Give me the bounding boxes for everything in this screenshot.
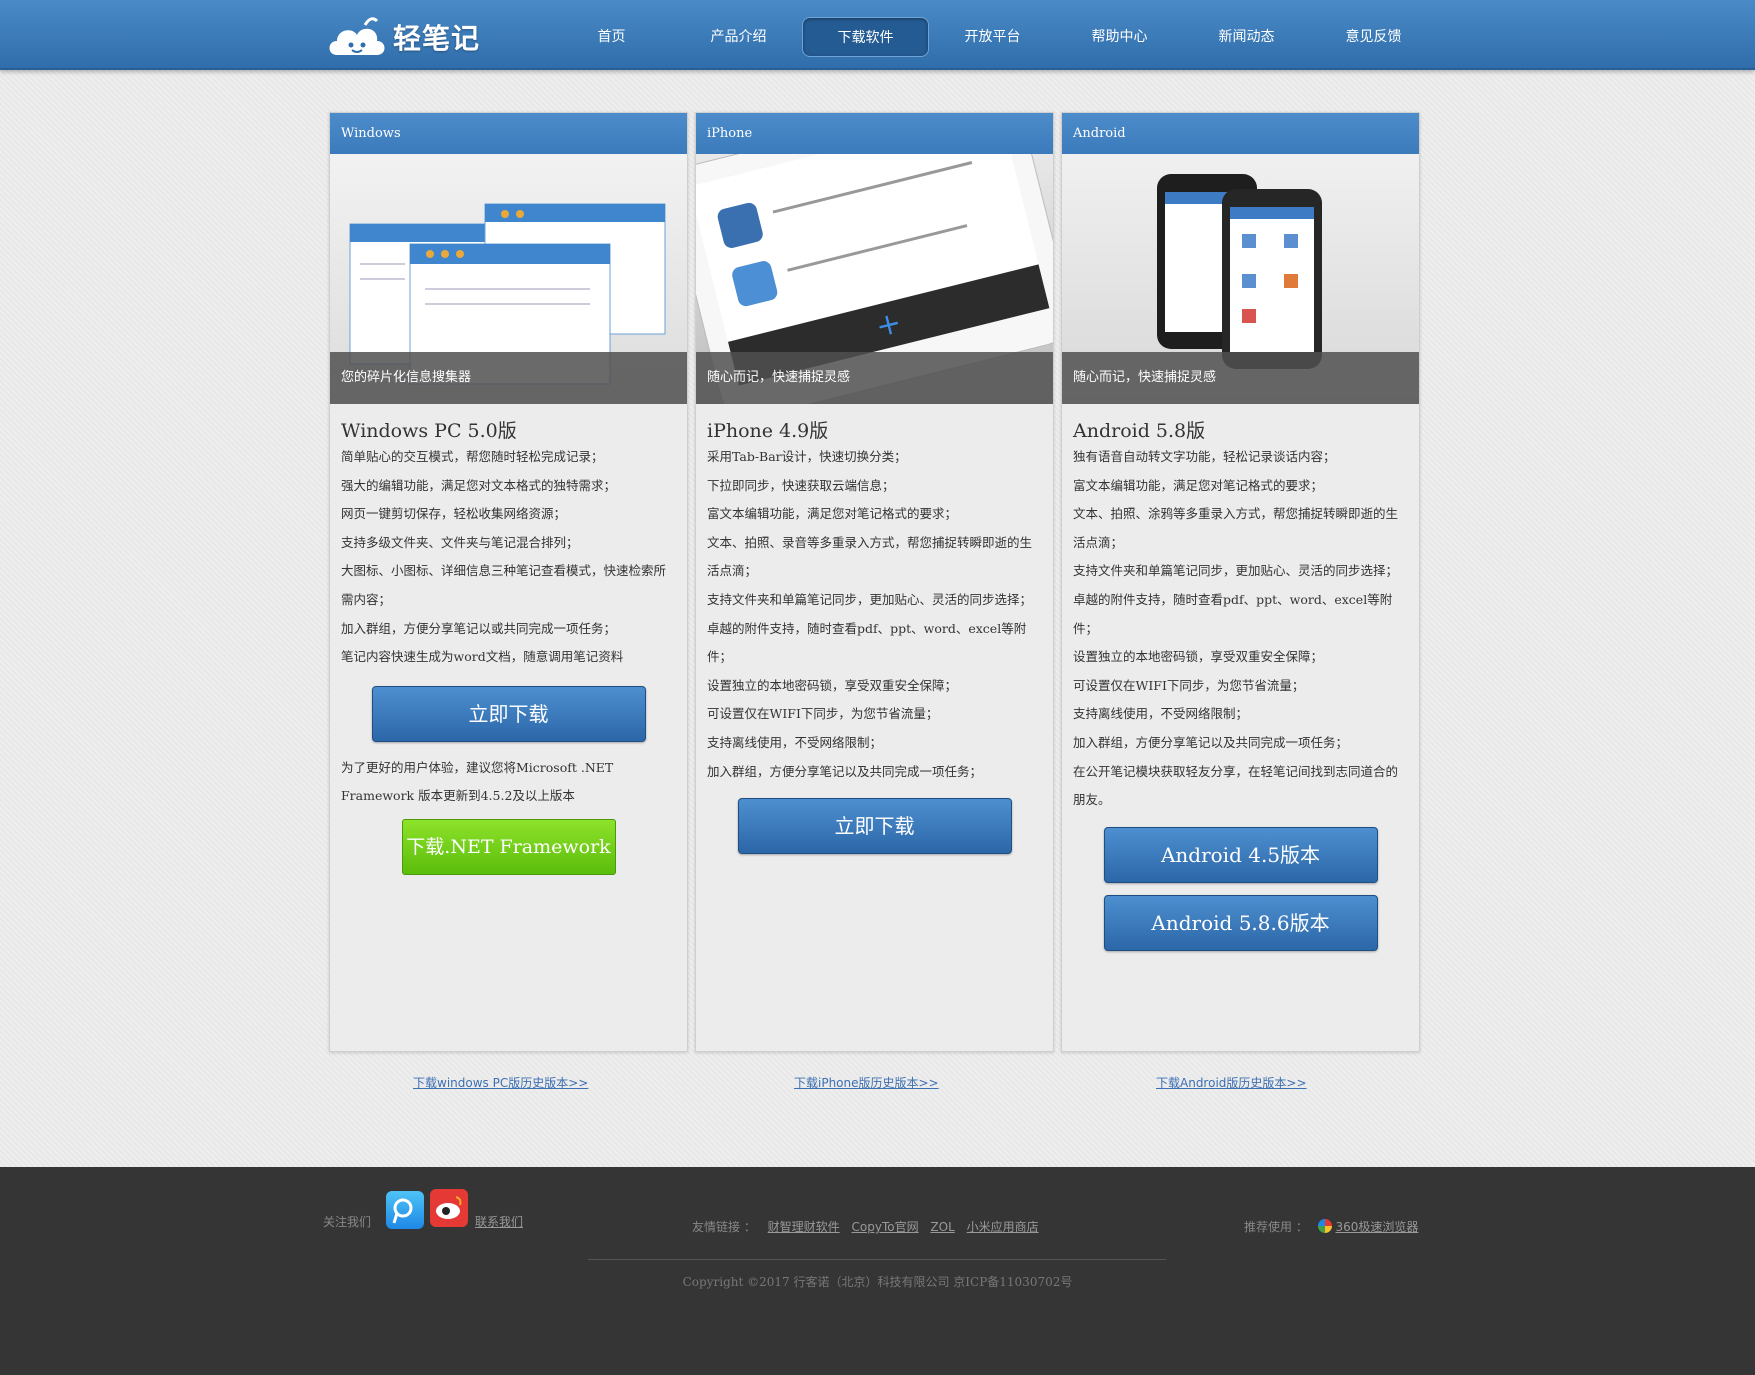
list-item: 富文本编辑功能，满足您对笔记格式的要求； xyxy=(1073,477,1324,493)
iphone-tab: iPhone xyxy=(696,113,1053,154)
windows-feature-list: 简单贴心的交互模式，帮您随时轻松完成记录； 强大的编辑功能，满足您对文本格式的独… xyxy=(341,443,676,672)
list-item: 可设置仅在WIFI下同步，为您节省流量； xyxy=(1073,677,1305,693)
list-item: 文本、拍照、录音等多重录入方式，帮您捕捉转瞬即逝的生活点滴； xyxy=(707,534,1033,579)
site-logo[interactable]: 轻笔记 xyxy=(325,10,480,64)
cloud-logo-icon xyxy=(329,17,385,55)
android-feature-list: 独有语音自动转文字功能，轻松记录谈话内容； 富文本编辑功能，满足您对笔记格式的要… xyxy=(1073,443,1408,815)
friend-link-caizhi[interactable]: 财智理财软件 xyxy=(768,1220,840,1234)
recommend-area: 推荐使用 ： 360极速浏览器 xyxy=(1244,1218,1426,1235)
sina-weibo-icon[interactable] xyxy=(430,1189,468,1227)
net-framework-note: 为了更好的用户体验，建议您将Microsoft .NET Framework 版… xyxy=(341,759,614,804)
nav-help[interactable]: 帮助中心 xyxy=(1056,17,1183,57)
iphone-download-button[interactable]: 立即下载 xyxy=(737,798,1012,855)
friend-link-zol[interactable]: ZOL xyxy=(930,1220,954,1234)
android-caption: 随心而记，快速捕捉灵感 xyxy=(1062,352,1419,404)
list-item: 可设置仅在WIFI下同步，为您节省流量； xyxy=(707,706,939,722)
list-item: 大图标、小图标、详细信息三种笔记查看模式，快速检索所需内容； xyxy=(341,563,667,607)
top-header: 轻笔记 首页 产品介绍 下载软件 开放平台 帮助中心 新闻动态 意见反馈 xyxy=(0,0,1755,70)
iphone-caption: 随心而记，快速捕捉灵感 xyxy=(696,352,1053,404)
friend-links-label: 友情链接 ： xyxy=(692,1220,756,1234)
nav-open-platform[interactable]: 开放平台 xyxy=(929,17,1056,57)
windows-screenshot-image: 您的碎片化信息搜集器 xyxy=(330,154,687,404)
list-item: 支持离线使用，不受网络限制； xyxy=(1073,706,1249,722)
list-item: 加入群组，方便分享笔记以或共同完成一项任务； xyxy=(341,620,617,636)
android-new-version-button[interactable]: Android 5.8.6版本 xyxy=(1103,894,1378,951)
list-item: 采用Tab-Bar设计，快速切换分类； xyxy=(707,449,907,464)
list-item: 笔记内容快速生成为word文档，随意调用笔记资料 xyxy=(341,649,624,665)
list-item: 支持离线使用，不受网络限制； xyxy=(707,734,883,750)
list-item: 设置独立的本地密码锁，享受双重安全保障； xyxy=(707,677,958,693)
list-item: 强大的编辑功能，满足您对文本格式的独特需求； xyxy=(341,477,617,493)
nav-download[interactable]: 下载软件 xyxy=(802,17,929,57)
android-version-title: Android 5.8版 xyxy=(1073,420,1206,442)
iphone-history-link[interactable]: 下载iPhone版历史版本>> xyxy=(794,1074,939,1091)
windows-download-button[interactable]: 立即下载 xyxy=(371,685,646,742)
android-screenshot-image: 随心而记，快速捕捉灵感 xyxy=(1062,154,1419,404)
tencent-weibo-icon[interactable] xyxy=(386,1191,424,1229)
iphone-panel: iPhone + 随心而记，快速捕捉灵感 iPhone 4.9版 采用Tab-B… xyxy=(695,112,1054,1052)
list-item: 富文本编辑功能，满足您对笔记格式的要求； xyxy=(707,506,958,522)
windows-tab: Windows xyxy=(330,113,687,154)
android-old-version-button[interactable]: Android 4.5版本 xyxy=(1103,826,1378,883)
android-history-link[interactable]: 下载Android版历史版本>> xyxy=(1156,1074,1307,1091)
list-item: 卓越的附件支持，随时查看pdf、ppt、word、excel等附件； xyxy=(1073,591,1393,636)
nav-products[interactable]: 产品介绍 xyxy=(675,17,802,57)
friend-links: 友情链接 ： 财智理财软件 CopyTo官网 ZOL 小米应用商店 xyxy=(692,1218,1047,1235)
page-footer: 关注我们 联系我们 友情链接 ： 财智理财软件 CopyTo官网 ZOL 小米应… xyxy=(0,1167,1755,1375)
friend-link-xiaomi[interactable]: 小米应用商店 xyxy=(967,1220,1039,1234)
list-item: 加入群组，方便分享笔记以及共同完成一项任务； xyxy=(1073,734,1349,750)
windows-panel: Windows 您的碎片化信息搜集器 Windows PC 5.0版 简单贴心的… xyxy=(329,112,688,1052)
list-item: 独有语音自动转文字功能，轻松记录谈话内容； xyxy=(1073,449,1336,464)
list-item: 网页一键剪切保存，轻松收集网络资源； xyxy=(341,506,567,522)
recommend-label: 推荐使用 ： xyxy=(1244,1220,1308,1234)
copyright-text: Copyright ©2017 行客诺（北京）科技有限公司 京ICP备11030… xyxy=(682,1275,1073,1289)
browser-360-icon xyxy=(1317,1219,1332,1233)
contact-us-link[interactable]: 联系我们 xyxy=(475,1215,523,1229)
list-item: 卓越的附件支持，随时查看pdf、ppt、word、excel等附件； xyxy=(707,620,1027,665)
windows-caption: 您的碎片化信息搜集器 xyxy=(330,352,687,404)
windows-history-link[interactable]: 下载windows PC版历史版本>> xyxy=(413,1074,588,1091)
iphone-feature-list: 采用Tab-Bar设计，快速切换分类； 下拉即同步，快速获取云端信息； 富文本编… xyxy=(707,443,1042,786)
android-tab: Android xyxy=(1062,113,1419,154)
list-item: 文本、拍照、涂鸦等多重录入方式，帮您捕捉转瞬即逝的生活点滴； xyxy=(1073,506,1399,550)
list-item: 支持多级文件夹、文件夹与笔记混合排列； xyxy=(341,534,579,550)
browser-360-link[interactable]: 360极速浏览器 xyxy=(1335,1220,1418,1234)
list-item: 简单贴心的交互模式，帮您随时轻松完成记录； xyxy=(341,449,604,464)
follow-us-label: 关注我们 xyxy=(323,1215,372,1229)
main-nav: 首页 产品介绍 下载软件 开放平台 帮助中心 新闻动态 意见反馈 xyxy=(548,17,1437,57)
logo-text: 轻笔记 xyxy=(393,22,481,55)
nav-feedback[interactable]: 意见反馈 xyxy=(1310,17,1437,57)
nav-home[interactable]: 首页 xyxy=(548,17,675,57)
nav-news[interactable]: 新闻动态 xyxy=(1183,17,1310,57)
list-item: 在公开笔记模块获取轻友分享，在轻笔记间找到志同道合的朋友。 xyxy=(1073,763,1399,808)
friend-link-copyto[interactable]: CopyTo官网 xyxy=(852,1220,919,1234)
windows-version-title: Windows PC 5.0版 xyxy=(341,420,517,442)
android-panel: Android 随心而记，快速捕捉灵感 Android 5.8版 独有语音自动转… xyxy=(1061,112,1420,1052)
iphone-screenshot-image: + 随心而记，快速捕捉灵感 xyxy=(696,154,1053,404)
list-item: 支持文件夹和单篇笔记同步，更加贴心、灵活的同步选择； xyxy=(1073,563,1399,579)
net-framework-download-button[interactable]: 下载.NET Framework xyxy=(401,818,616,875)
list-item: 支持文件夹和单篇笔记同步，更加贴心、灵活的同步选择； xyxy=(707,591,1033,607)
list-item: 设置独立的本地密码锁，享受双重安全保障； xyxy=(1073,649,1324,665)
footer-divider xyxy=(588,1259,1166,1260)
list-item: 加入群组，方便分享笔记以及共同完成一项任务； xyxy=(707,763,983,779)
list-item: 下拉即同步，快速获取云端信息； xyxy=(707,477,895,493)
iphone-version-title: iPhone 4.9版 xyxy=(707,420,829,442)
